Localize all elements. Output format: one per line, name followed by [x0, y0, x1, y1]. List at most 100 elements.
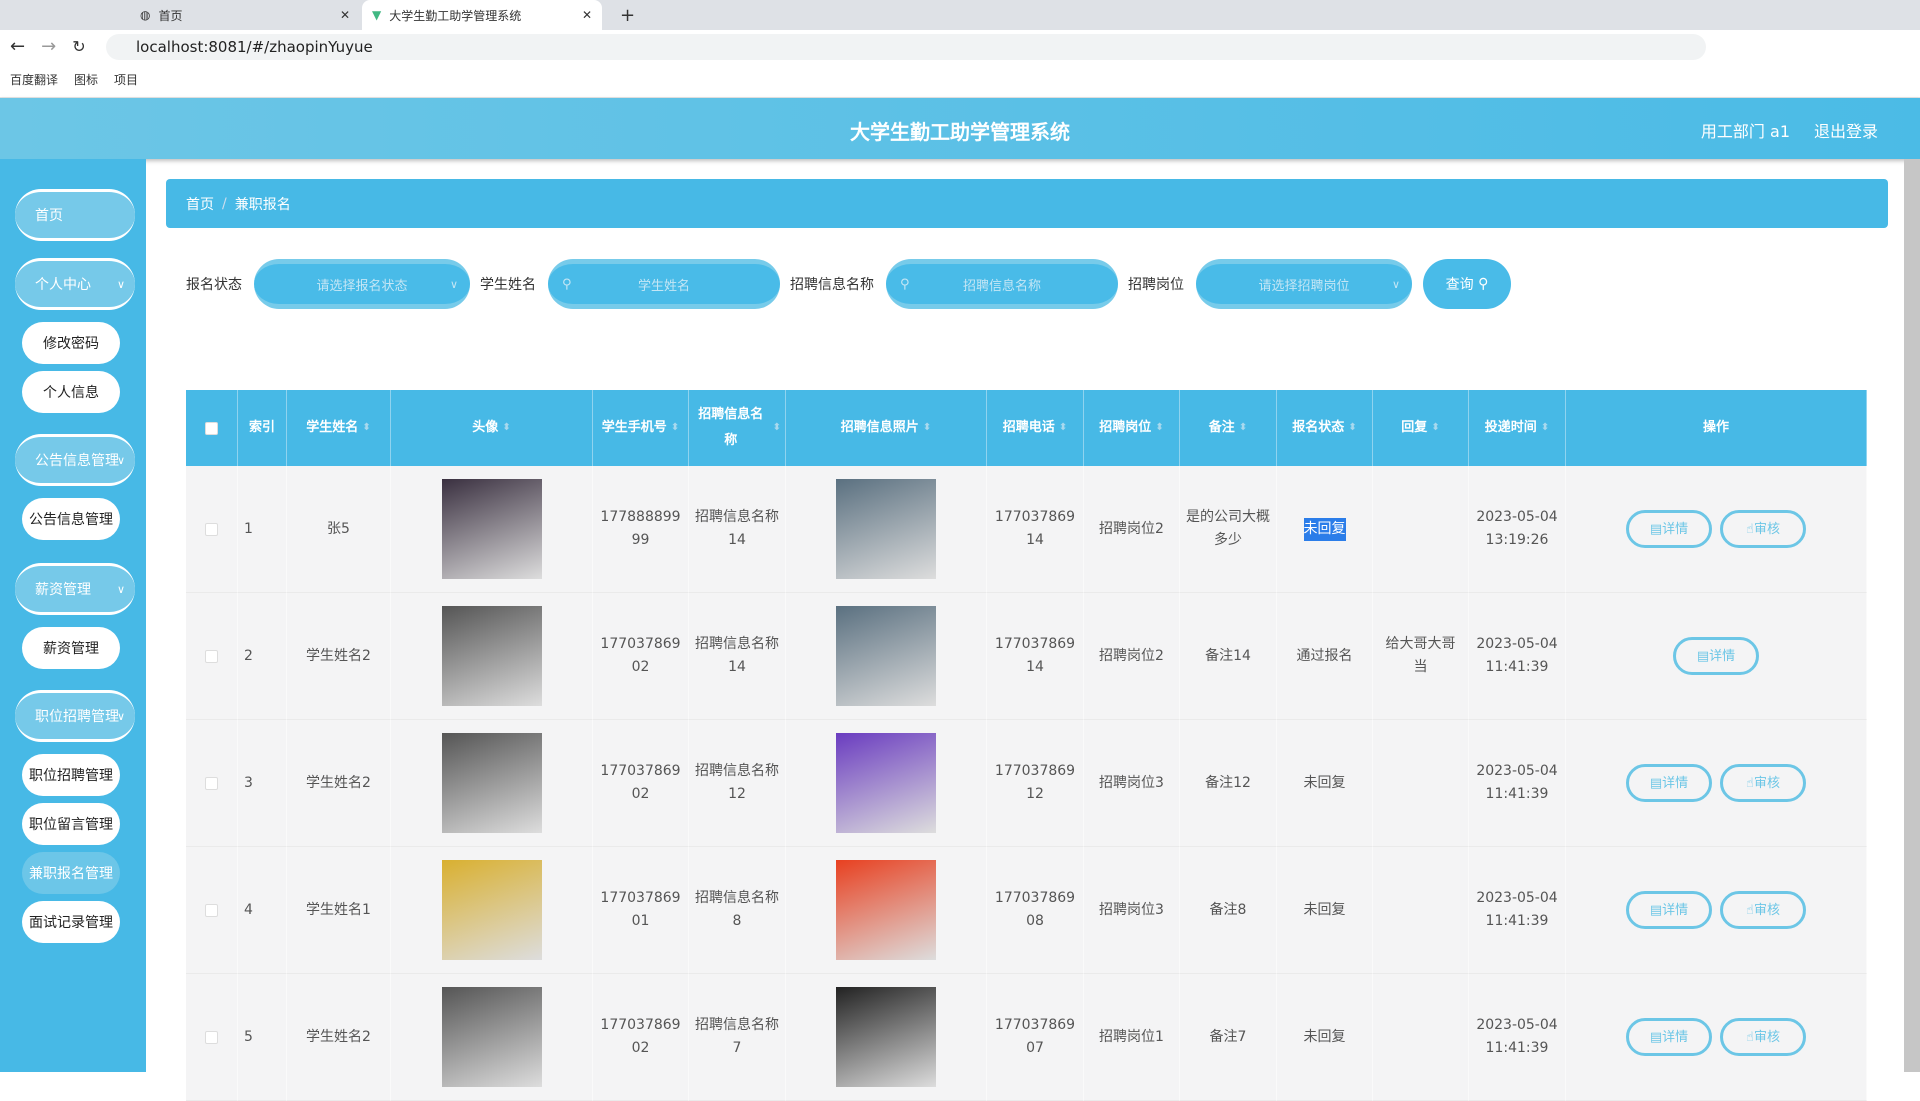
column-header[interactable]: 操作 — [1566, 390, 1867, 466]
table-cell: 17703786902 — [593, 720, 689, 847]
row-checkbox[interactable] — [205, 1030, 218, 1044]
sidebar-item[interactable]: 职位招聘管理 ∨ — [15, 690, 135, 742]
sidebar-item[interactable]: 面试记录管理 — [22, 901, 120, 943]
student-name-input[interactable]: ⚲ 学生姓名 — [548, 259, 780, 309]
info-name-input[interactable]: ⚲ 招聘信息名称 — [886, 259, 1118, 309]
table-cell — [786, 466, 987, 593]
audit-label: 审核 — [1753, 902, 1780, 918]
table-cell: 招聘岗位3 — [1084, 720, 1180, 847]
status-select[interactable]: 请选择报名状态 ∨ — [254, 259, 470, 309]
column-header[interactable]: 回复 ⬍ — [1373, 390, 1469, 466]
sidebar-item[interactable]: 薪资管理 — [22, 627, 120, 669]
sidebar-item[interactable]: 修改密码 — [22, 322, 120, 364]
avatar-image — [441, 860, 542, 960]
sidebar-item[interactable]: 职位招聘管理 — [22, 754, 120, 796]
cell-tel: 17703786908 — [994, 890, 1076, 929]
back-icon[interactable]: ← — [10, 36, 25, 57]
url-input[interactable]: localhost:8081/#/zhaopinYuyue — [106, 34, 1706, 60]
scrollbar[interactable] — [1904, 159, 1920, 1072]
sort-icon[interactable]: ⬍ — [773, 415, 781, 441]
detail-button[interactable]: ▤ 详情 — [1673, 637, 1759, 675]
row-checkbox[interactable] — [205, 776, 218, 790]
reload-icon[interactable]: ↻ — [72, 37, 85, 56]
table-cell — [786, 720, 987, 847]
logout-link[interactable]: 退出登录 — [1814, 118, 1878, 142]
sort-icon[interactable]: ⬍ — [1541, 415, 1549, 441]
sort-icon[interactable]: ⬍ — [1348, 415, 1356, 441]
column-header[interactable]: 头像 ⬍ — [391, 390, 593, 466]
browser-tab-home[interactable]: ◍ 首页 ✕ — [130, 0, 360, 30]
table-cell: 招聘岗位1 — [1084, 974, 1180, 1101]
row-checkbox[interactable] — [205, 649, 218, 663]
column-header[interactable]: 备注 ⬍ — [1180, 390, 1277, 466]
row-checkbox[interactable] — [205, 522, 218, 536]
sidebar-item[interactable]: 首页 — [15, 189, 135, 241]
column-header[interactable]: 学生手机号 ⬍ — [593, 390, 689, 466]
sort-icon[interactable]: ⬍ — [1431, 415, 1439, 441]
column-header[interactable]: 招聘岗位 ⬍ — [1084, 390, 1180, 466]
sidebar-item[interactable]: 薪资管理 ∨ — [15, 563, 135, 615]
post-placeholder: 请选择招聘岗位 — [1258, 278, 1350, 294]
sidebar-item[interactable]: 个人信息 — [22, 371, 120, 413]
sort-icon[interactable]: ⬍ — [362, 415, 370, 441]
sidebar-item-label: 个人信息 — [43, 385, 99, 401]
table-cell: ▤ 详情 ☝ 审核 — [1566, 720, 1867, 847]
table-cell: 学生姓名2 — [287, 974, 391, 1101]
audit-button[interactable]: ☝ 审核 — [1720, 764, 1806, 802]
sort-icon[interactable]: ⬍ — [1155, 415, 1163, 441]
table-cell: 备注7 — [1180, 974, 1277, 1101]
cell-time: 2023-05-04 11:41:39 — [1476, 1017, 1558, 1056]
browser-tab-bar: ◍ 首页 ✕ ▼ 大学生勤工助学管理系统 ✕ + — [0, 0, 1920, 30]
audit-button[interactable]: ☝ 审核 — [1720, 891, 1806, 929]
table-cell: 未回复 — [1277, 974, 1373, 1101]
avatar-image — [441, 479, 542, 579]
sort-icon[interactable]: ⬍ — [1239, 415, 1247, 441]
select-all-checkbox[interactable] — [205, 421, 218, 435]
cell-phone: 17703786901 — [600, 890, 681, 929]
detail-button[interactable]: ▤ 详情 — [1626, 510, 1712, 548]
sidebar-item[interactable]: 个人中心 ∨ — [15, 258, 135, 310]
detail-button[interactable]: ▤ 详情 — [1626, 1018, 1712, 1056]
column-header[interactable] — [186, 390, 238, 466]
table-cell — [186, 593, 238, 720]
close-icon[interactable]: ✕ — [340, 8, 350, 22]
column-header[interactable]: 招聘信息名称 ⬍ — [689, 390, 786, 466]
post-select[interactable]: 请选择招聘岗位 ∨ — [1196, 259, 1412, 309]
column-header[interactable]: 学生姓名 ⬍ — [287, 390, 391, 466]
forward-icon[interactable]: → — [41, 36, 56, 57]
cell-name: 学生姓名2 — [306, 774, 371, 791]
detail-button[interactable]: ▤ 详情 — [1626, 891, 1712, 929]
browser-tab-active[interactable]: ▼ 大学生勤工助学管理系统 ✕ — [362, 0, 602, 30]
table-cell: 招聘信息名称12 — [689, 720, 786, 847]
column-header[interactable]: 报名状态 ⬍ — [1277, 390, 1373, 466]
table-cell: 学生姓名1 — [287, 847, 391, 974]
bookmark-project[interactable]: 项目 — [114, 71, 138, 88]
column-header[interactable]: 索引 — [238, 390, 287, 466]
bookmark-baidu[interactable]: 百度翻译 — [10, 71, 58, 88]
column-header[interactable]: 招聘电话 ⬍ — [987, 390, 1084, 466]
new-tab-button[interactable]: + — [610, 0, 645, 30]
bookmark-icons[interactable]: 图标 — [74, 71, 98, 88]
column-header[interactable]: 投递时间 ⬍ — [1469, 390, 1566, 466]
sidebar-item[interactable]: 公告信息管理 — [22, 498, 120, 540]
close-icon[interactable]: ✕ — [582, 8, 592, 22]
sidebar-item-label: 职位留言管理 — [29, 817, 113, 833]
sort-icon[interactable]: ⬍ — [671, 415, 679, 441]
cell-tel: 17703786907 — [994, 1017, 1076, 1056]
detail-button[interactable]: ▤ 详情 — [1626, 764, 1712, 802]
cell-status: 未回复 — [1303, 901, 1346, 918]
audit-button[interactable]: ☝ 审核 — [1720, 1018, 1806, 1056]
column-header[interactable]: 招聘信息照片 ⬍ — [786, 390, 987, 466]
audit-button[interactable]: ☝ 审核 — [1720, 510, 1806, 548]
query-button[interactable]: 查询 ⚲ — [1423, 259, 1511, 309]
sort-icon[interactable]: ⬍ — [923, 415, 931, 441]
sidebar-item[interactable]: 职位留言管理 — [22, 803, 120, 845]
sort-icon[interactable]: ⬍ — [502, 415, 510, 441]
sort-icon[interactable]: ⬍ — [1059, 415, 1067, 441]
sidebar-item[interactable]: 兼职报名管理 — [22, 852, 120, 894]
row-checkbox[interactable] — [205, 903, 218, 917]
cell-info: 招聘信息名称7 — [695, 1017, 779, 1056]
sidebar-item[interactable]: 公告信息管理 ∨ — [15, 434, 135, 486]
info-filter-label: 招聘信息名称 — [790, 277, 874, 293]
breadcrumb-home[interactable]: 首页 — [186, 194, 214, 214]
